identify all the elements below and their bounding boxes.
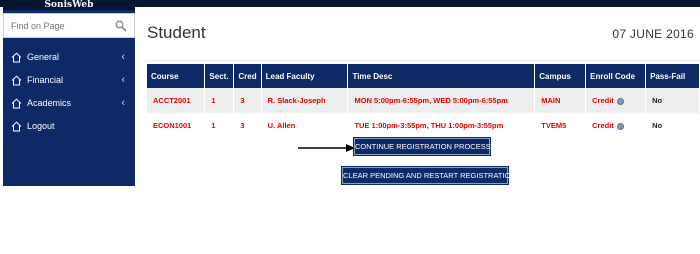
main-content: Student 07 JUNE 2016 Course Sect. Cred L… <box>135 7 700 254</box>
enroll-code-cell: Credit <box>585 88 647 113</box>
page-title: Student <box>147 23 206 42</box>
enroll-code-value: Credit <box>592 121 614 130</box>
table-row: ACCT2001 1 3 R. Slack-Joseph MON 5:00pm-… <box>147 88 700 113</box>
sidebar-item-label: Logout <box>27 121 55 131</box>
campus-cell: TVEM5 <box>534 113 587 138</box>
continue-registration-button[interactable]: CONTINUE REGISTRATION PROCESS <box>354 138 491 155</box>
home-icon <box>11 52 22 63</box>
brand-logo: SonisWeb <box>3 0 135 10</box>
enroll-code-cell: Credit <box>585 113 647 138</box>
sidebar-item-academics[interactable]: Academics ‹ <box>3 92 135 115</box>
column-header: Time Desc <box>347 64 536 88</box>
section-cell: 1 <box>204 113 235 138</box>
course-cell: ECON1001 <box>147 113 206 138</box>
arrow-right-icon <box>298 144 355 152</box>
search-input[interactable] <box>11 19 111 33</box>
sidebar: SonisWeb General ‹ Financial ‹ Academics… <box>3 0 135 186</box>
time-cell: MON 5:00pm-6:55pm, WED 5:00pm-6:55pm <box>347 88 536 113</box>
registration-table: Course Sect. Cred Lead Faculty Time Desc… <box>147 64 700 138</box>
home-icon <box>11 75 22 86</box>
divider <box>147 60 700 61</box>
column-header: Cred <box>233 64 262 88</box>
info-icon[interactable] <box>616 97 624 105</box>
search-box <box>3 13 135 38</box>
home-icon <box>11 121 22 132</box>
chevron-left-icon: ‹ <box>121 51 125 63</box>
column-header: Lead Faculty <box>261 64 349 88</box>
column-header: Course <box>147 64 206 88</box>
column-header: Pass-Fail <box>645 64 700 88</box>
time-cell: TUE 1:00pm-3:55pm, THU 1:00pm-3:55pm <box>347 113 536 138</box>
pass-fail-cell: No <box>645 113 700 138</box>
sidebar-nav: General ‹ Financial ‹ Academics ‹ Logout <box>3 46 135 138</box>
search-icon[interactable] <box>115 20 127 32</box>
column-header: Campus <box>534 64 587 88</box>
faculty-cell: U. Allen <box>261 113 349 138</box>
column-header: Enroll Code <box>585 64 647 88</box>
campus-cell: MAIN <box>534 88 587 113</box>
sidebar-item-logout[interactable]: Logout <box>3 115 135 138</box>
table-row: ECON1001 1 3 U. Allen TUE 1:00pm-3:55pm,… <box>147 113 700 138</box>
sidebar-item-label: General <box>27 52 60 62</box>
course-cell: ACCT2001 <box>147 88 206 113</box>
faculty-cell: R. Slack-Joseph <box>261 88 349 113</box>
info-icon[interactable] <box>616 122 624 130</box>
current-date: 07 JUNE 2016 <box>612 27 694 41</box>
clear-pending-button[interactable]: CLEAR PENDING AND RESTART REGISTRATION <box>342 167 516 184</box>
enroll-code-value: Credit <box>592 96 614 105</box>
sidebar-item-financial[interactable]: Financial ‹ <box>3 69 135 92</box>
sidebar-item-general[interactable]: General ‹ <box>3 46 135 69</box>
column-header: Sect. <box>204 64 235 88</box>
sidebar-item-label: Financial <box>27 75 64 85</box>
chevron-left-icon: ‹ <box>121 97 125 109</box>
chevron-left-icon: ‹ <box>121 74 125 86</box>
credits-cell: 3 <box>233 113 262 138</box>
section-cell: 1 <box>204 88 235 113</box>
sidebar-item-label: Academics <box>27 98 72 108</box>
home-icon <box>11 98 22 109</box>
table-header-row: Course Sect. Cred Lead Faculty Time Desc… <box>147 64 700 88</box>
credits-cell: 3 <box>233 88 262 113</box>
pass-fail-cell: No <box>645 88 700 113</box>
